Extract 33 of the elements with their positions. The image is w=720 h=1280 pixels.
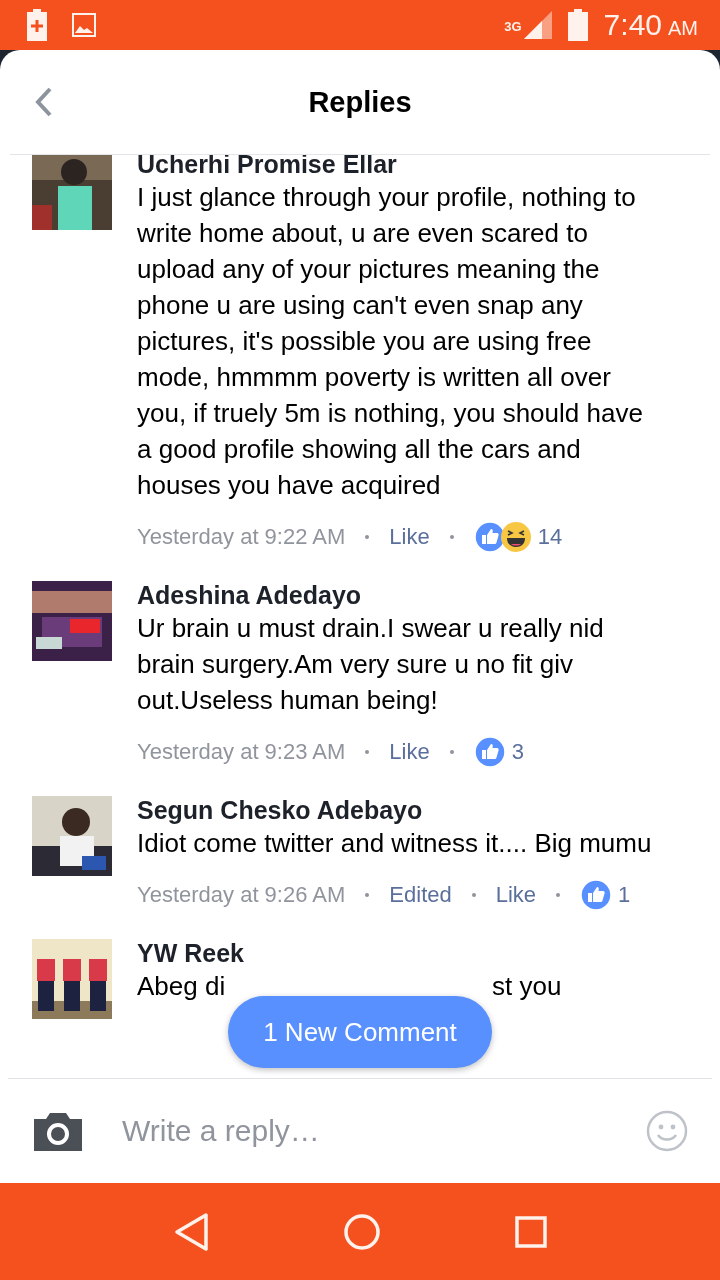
timestamp: Yesterday at 9:26 AM <box>137 882 346 908</box>
comment-text: Idiot come twitter and witness it.... Big mumu <box>137 827 653 860</box>
reaction-count[interactable]: 1 <box>618 882 631 908</box>
page-title: Replies <box>308 85 412 119</box>
comment-text: I just glance through your profile, nothing to write home about, u are even scared to upload any of your pictures meaning the phone u are using can't even snap any pictures, it's possible you are using free mode, hmmmm poverty is written all over you, if truely 5m is nothing, you should have a good profile showing all the cars and houses you have acquired <box>137 181 644 502</box>
signal-icon <box>523 11 552 39</box>
clock-time: 7:40 AM <box>603 8 698 42</box>
smiley-icon[interactable] <box>646 1110 688 1152</box>
camera-icon[interactable] <box>32 1111 84 1151</box>
battery-charging-icon <box>26 9 48 41</box>
author-name[interactable]: Ucherhi Promise Ellar <box>137 155 657 179</box>
image-icon <box>72 13 96 37</box>
reaction-count[interactable]: 3 <box>511 739 524 765</box>
new-comment-button[interactable]: 1 New Comment <box>228 996 492 1068</box>
home-nav-button[interactable] <box>344 1213 380 1250</box>
like-link[interactable]: Like <box>495 882 537 908</box>
reaction-count[interactable]: 14 <box>537 524 563 550</box>
edited-link[interactable]: Edited <box>389 882 452 908</box>
comment-text: st you <box>492 970 562 1003</box>
recents-nav-button[interactable] <box>515 1215 548 1248</box>
like-link[interactable]: Like <box>389 524 430 550</box>
back-nav-button[interactable] <box>172 1211 209 1252</box>
reply-field[interactable]: Write a reply… <box>122 1111 608 1151</box>
like-link[interactable]: Like <box>389 739 430 765</box>
network-label: 3G <box>504 19 522 34</box>
author-name[interactable]: Segun Chesko Adebayo <box>137 794 657 825</box>
author-name[interactable]: Adeshina Adedayo <box>137 579 657 610</box>
comment-text: Abeg di <box>137 970 227 1003</box>
author-name[interactable]: YW Reek <box>137 937 657 968</box>
timestamp: Yesterday at 9:23 AM <box>137 739 346 765</box>
battery-icon <box>567 9 588 41</box>
timestamp: Yesterday at 9:22 AM <box>137 524 346 550</box>
comment-text: Ur brain u must drain.I swear u really nid brain surgery.Am very sure u no fit giv out.Useless human being! <box>137 612 605 717</box>
